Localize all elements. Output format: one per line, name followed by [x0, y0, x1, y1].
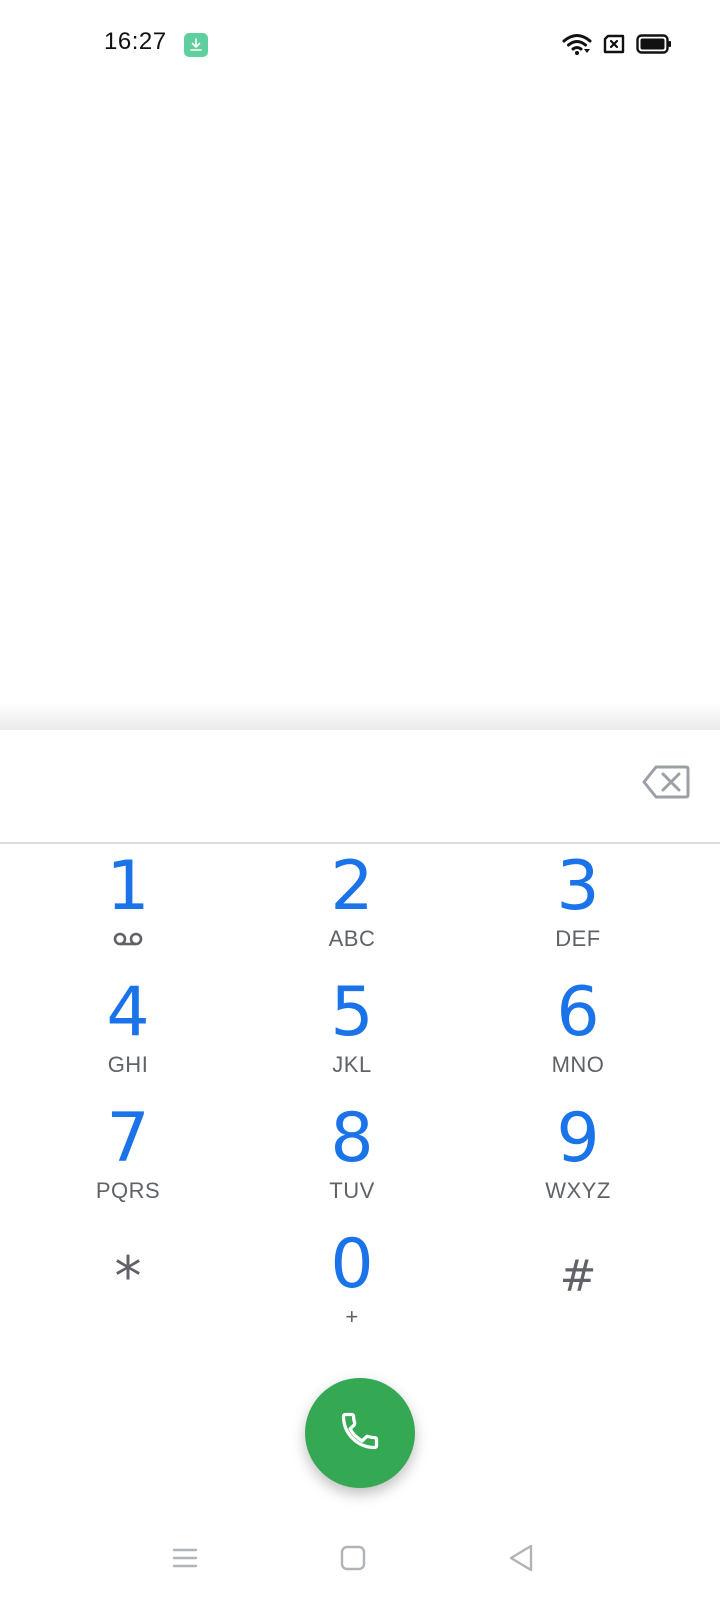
key-4[interactable]: 4 GHI	[28, 968, 228, 1088]
key-letters: WXYZ	[545, 1178, 611, 1203]
key-7[interactable]: 7 PQRS	[28, 1094, 228, 1214]
call-button[interactable]	[305, 1378, 415, 1488]
key-digit: 6	[556, 973, 600, 1052]
no-sim-icon	[602, 34, 626, 59]
key-letters: MNO	[551, 1052, 605, 1077]
key-digit: 7	[106, 1099, 150, 1178]
key-digit: 0	[330, 1225, 374, 1304]
key-digit: 2	[330, 847, 374, 926]
phone-icon	[338, 1409, 382, 1458]
key-2[interactable]: 2 ABC	[252, 842, 452, 962]
menu-icon	[171, 1546, 199, 1575]
status-time: 16:27	[104, 28, 167, 55]
key-3[interactable]: 3 DEF	[478, 842, 678, 962]
navigation-bar	[0, 1520, 720, 1600]
key-digit: 9	[556, 1099, 600, 1178]
voicemail-icon	[113, 932, 143, 951]
download-notification-icon	[184, 33, 208, 57]
key-6[interactable]: 6 MNO	[478, 968, 678, 1088]
back-button[interactable]	[481, 1520, 561, 1600]
phone-number-input[interactable]	[40, 754, 604, 820]
dialpad-shadow	[0, 702, 720, 730]
key-letters: TUV	[329, 1178, 375, 1203]
key-5[interactable]: 5 JKL	[252, 968, 452, 1088]
key-hash[interactable]: #	[478, 1220, 678, 1340]
key-0[interactable]: 0 +	[252, 1220, 452, 1340]
backspace-icon[interactable]	[642, 764, 690, 800]
key-digit: #	[559, 1251, 597, 1302]
key-digit: *	[114, 1245, 142, 1308]
key-letters: GHI	[107, 1052, 149, 1077]
key-digit: 4	[106, 973, 150, 1052]
key-9[interactable]: 9 WXYZ	[478, 1094, 678, 1214]
home-button[interactable]	[313, 1520, 393, 1600]
key-1[interactable]: 1	[28, 842, 228, 962]
status-bar: 16:27	[0, 0, 720, 90]
menu-button[interactable]	[145, 1520, 225, 1600]
key-digit: 1	[106, 847, 150, 926]
wifi-icon	[562, 32, 592, 61]
key-letters: ABC	[328, 926, 376, 951]
key-8[interactable]: 8 TUV	[252, 1094, 452, 1214]
key-digit: 5	[330, 973, 374, 1052]
home-icon	[339, 1544, 367, 1577]
status-icons	[562, 32, 672, 61]
battery-icon	[636, 34, 672, 59]
key-letters: DEF	[555, 926, 601, 951]
key-star[interactable]: *	[28, 1220, 228, 1340]
number-field	[0, 730, 720, 844]
key-digit: 3	[556, 847, 600, 926]
key-letters: +	[345, 1304, 359, 1329]
key-digit: 8	[330, 1099, 374, 1178]
key-letters: JKL	[332, 1052, 372, 1077]
key-letters: PQRS	[95, 1178, 161, 1203]
back-icon	[507, 1543, 535, 1578]
